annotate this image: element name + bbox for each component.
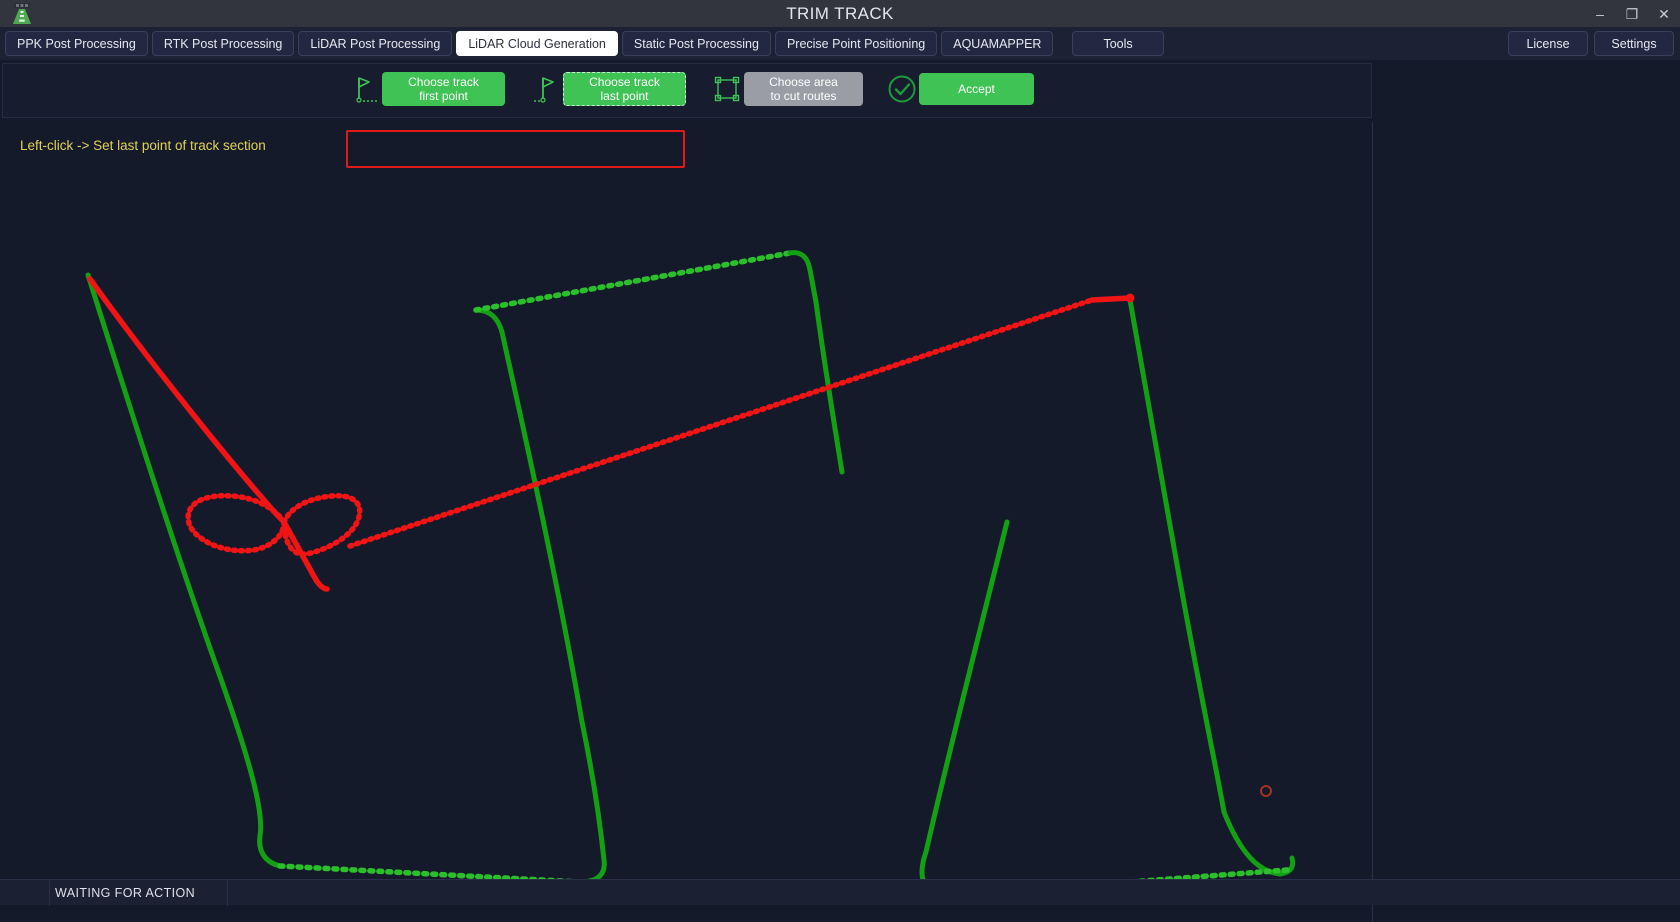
- accept-button[interactable]: Accept: [919, 73, 1034, 105]
- choose-track-last-point-button[interactable]: Choose track last point: [563, 72, 686, 106]
- selection-box-icon: [710, 70, 744, 108]
- choose-first-point-item[interactable]: Choose track first point: [348, 70, 505, 108]
- panel-divider: [1372, 122, 1373, 922]
- flag-start-icon: [348, 70, 382, 108]
- window-title: TRIM TRACK: [0, 4, 1680, 24]
- track-last-point-marker: [1126, 294, 1135, 303]
- tab-bar: PPK Post Processing RTK Post Processing …: [0, 27, 1680, 60]
- choose-track-first-point-button[interactable]: Choose track first point: [382, 72, 505, 106]
- last-point-label-line1: Choose track: [589, 75, 660, 89]
- tab-static-post-processing[interactable]: Static Post Processing: [622, 31, 771, 56]
- license-button[interactable]: License: [1508, 31, 1588, 56]
- check-circle-icon: [885, 70, 919, 108]
- track-map-svg[interactable]: [2, 122, 1372, 922]
- tab-bar-right-group: License Settings: [1508, 31, 1674, 56]
- survey-track-green-right: [922, 300, 1293, 893]
- first-point-label-line2: first point: [419, 89, 468, 103]
- accept-label: Accept: [958, 82, 995, 96]
- status-cell-right: [228, 880, 1680, 906]
- status-message: WAITING FOR ACTION: [55, 886, 195, 900]
- minimize-icon[interactable]: –: [1584, 0, 1616, 27]
- tab-ppk-post-processing[interactable]: PPK Post Processing: [5, 31, 148, 56]
- main-content: Choose track first point Choose tra: [0, 60, 1680, 905]
- choose-last-point-item[interactable]: Choose track last point: [529, 70, 686, 108]
- track-mid-marker: [1261, 786, 1271, 796]
- last-point-label-line2: last point: [600, 89, 648, 103]
- accept-item[interactable]: Accept: [885, 70, 1034, 108]
- track-map-canvas[interactable]: [2, 122, 1372, 922]
- tab-aquamapper[interactable]: AQUAMAPPER: [941, 31, 1053, 56]
- settings-button[interactable]: Settings: [1594, 31, 1674, 56]
- status-bar: WAITING FOR ACTION: [0, 879, 1680, 905]
- trimmed-track-red: [90, 279, 1130, 589]
- status-cell-message: WAITING FOR ACTION: [50, 880, 228, 906]
- choose-area-to-cut-routes-button[interactable]: Choose area to cut routes: [744, 72, 863, 106]
- action-toolbar-panel: Choose track first point Choose tra: [2, 63, 1372, 118]
- tab-precise-point-positioning[interactable]: Precise Point Positioning: [775, 31, 937, 56]
- title-bar: TRIM TRACK – ❐ ✕: [0, 0, 1680, 27]
- action-toolbar: Choose track first point Choose tra: [348, 70, 1034, 108]
- tab-lidar-post-processing[interactable]: LiDAR Post Processing: [298, 31, 452, 56]
- choose-cut-area-item[interactable]: Choose area to cut routes: [710, 70, 863, 108]
- first-point-label-line1: Choose track: [408, 75, 479, 89]
- cut-area-label-line1: Choose area: [769, 75, 838, 89]
- window-controls: – ❐ ✕: [1584, 0, 1680, 27]
- status-cell-left: [0, 880, 50, 906]
- flag-end-icon: [529, 70, 563, 108]
- tab-lidar-cloud-generation[interactable]: LiDAR Cloud Generation: [456, 31, 618, 56]
- tab-rtk-post-processing[interactable]: RTK Post Processing: [152, 31, 295, 56]
- cut-area-label-line2: to cut routes: [770, 89, 836, 103]
- tab-tools[interactable]: Tools: [1072, 31, 1163, 56]
- close-icon[interactable]: ✕: [1648, 0, 1680, 27]
- app-icon: [10, 2, 34, 25]
- survey-track-green-left: [88, 253, 842, 882]
- restore-icon[interactable]: ❐: [1616, 0, 1648, 27]
